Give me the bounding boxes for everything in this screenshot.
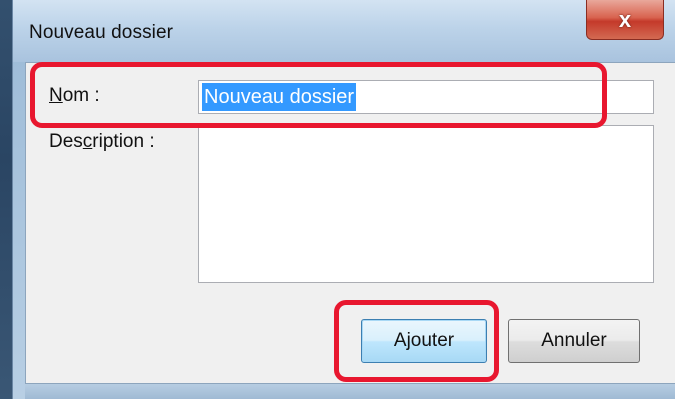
close-icon: x xyxy=(618,6,632,32)
cancel-button[interactable]: Annuler xyxy=(508,319,640,363)
window-bottom-border xyxy=(25,384,675,399)
cancel-button-label: Annuler xyxy=(541,330,607,351)
description-label-pre: Des xyxy=(49,131,83,152)
description-label-post: ription : xyxy=(92,131,155,152)
close-button[interactable]: x xyxy=(586,0,664,40)
dialog-title: Nouveau dossier xyxy=(29,22,174,43)
description-textarea[interactable] xyxy=(198,125,654,283)
add-button-highlight xyxy=(334,300,499,382)
description-label-accelerator: c xyxy=(82,131,93,152)
name-field-highlight xyxy=(30,62,607,128)
description-label: Description : xyxy=(49,131,155,153)
title-bar[interactable]: Nouveau dossier x xyxy=(13,0,675,62)
